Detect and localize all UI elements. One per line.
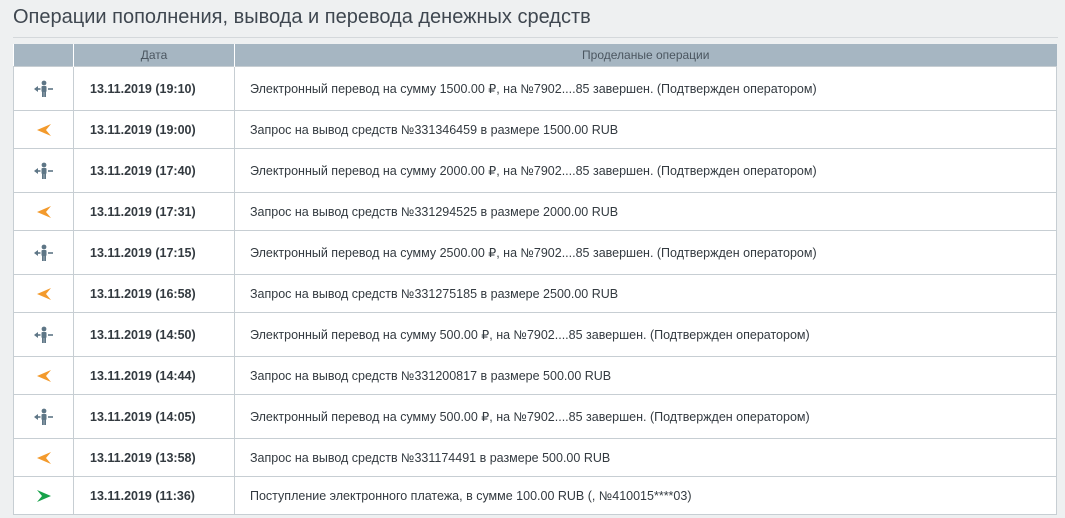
- deposit-arrow-icon: [36, 489, 51, 502]
- withdraw-arrow-icon: [36, 287, 51, 300]
- operation-description: Поступление электронного платежа, в сумм…: [234, 476, 1057, 515]
- operation-description: Электронный перевод на сумму 2000.00 ₽, …: [234, 148, 1057, 193]
- operation-date: 13.11.2019 (19:10): [73, 66, 235, 111]
- table-row: 13.11.2019 (17:40) Электронный перевод на…: [13, 148, 1057, 193]
- operation-description: Запрос на вывод средств №331275185 в раз…: [234, 274, 1057, 313]
- operation-type-cell: [13, 356, 74, 395]
- operation-date: 13.11.2019 (13:58): [73, 438, 235, 477]
- withdraw-arrow-icon: [36, 369, 51, 382]
- operation-date: 13.11.2019 (17:40): [73, 148, 235, 193]
- operation-date: 13.11.2019 (17:15): [73, 230, 235, 275]
- table-row: 13.11.2019 (17:31) Запрос на вывод средст…: [13, 192, 1057, 231]
- operation-type-cell: [13, 192, 74, 231]
- date-column-header: Дата: [73, 44, 235, 67]
- table-row: 13.11.2019 (17:15) Электронный перевод на…: [13, 230, 1057, 275]
- withdraw-arrow-icon: [36, 451, 51, 464]
- operation-description: Электронный перевод на сумму 500.00 ₽, н…: [234, 394, 1057, 439]
- operation-date: 13.11.2019 (19:00): [73, 110, 235, 149]
- operation-type-cell: [13, 476, 74, 515]
- operation-date: 13.11.2019 (16:58): [73, 274, 235, 313]
- table-row: 13.11.2019 (14:44) Запрос на вывод средст…: [13, 356, 1057, 395]
- operations-table: Дата Проделаные операции 13.11.2019 (19:…: [13, 44, 1057, 515]
- table-row: 13.11.2019 (16:58) Запрос на вывод средст…: [13, 274, 1057, 313]
- icon-column-header: [13, 44, 74, 67]
- transfer-person-icon: [33, 80, 53, 97]
- table-row: 13.11.2019 (13:58) Запрос на вывод средст…: [13, 438, 1057, 477]
- operation-type-cell: [13, 274, 74, 313]
- operation-description: Запрос на вывод средств №331174491 в раз…: [234, 438, 1057, 477]
- operation-description: Электронный перевод на сумму 2500.00 ₽, …: [234, 230, 1057, 275]
- operation-type-cell: [13, 66, 74, 111]
- table-body: 13.11.2019 (19:10) Электронный перевод на…: [13, 66, 1057, 515]
- transfer-person-icon: [33, 408, 53, 425]
- operations-page: Операции пополнения, вывода и перевода д…: [0, 0, 1065, 518]
- operation-description: Запрос на вывод средств №331200817 в раз…: [234, 356, 1057, 395]
- operation-type-cell: [13, 312, 74, 357]
- operation-date: 13.11.2019 (14:05): [73, 394, 235, 439]
- operation-description: Запрос на вывод средств №331346459 в раз…: [234, 110, 1057, 149]
- operation-date: 13.11.2019 (14:44): [73, 356, 235, 395]
- operation-description: Запрос на вывод средств №331294525 в раз…: [234, 192, 1057, 231]
- operation-type-cell: [13, 148, 74, 193]
- table-row: 13.11.2019 (14:05) Электронный перевод на…: [13, 394, 1057, 439]
- table-row: 13.11.2019 (19:10) Электронный перевод на…: [13, 66, 1057, 111]
- transfer-person-icon: [33, 326, 53, 343]
- withdraw-arrow-icon: [36, 123, 51, 136]
- table-row: 13.11.2019 (11:36) Поступление электронно…: [13, 476, 1057, 515]
- operation-type-cell: [13, 394, 74, 439]
- operation-type-cell: [13, 438, 74, 477]
- transfer-person-icon: [33, 244, 53, 261]
- table-row: 13.11.2019 (19:00) Запрос на вывод средст…: [13, 110, 1057, 149]
- operation-date: 13.11.2019 (17:31): [73, 192, 235, 231]
- page-title: Операции пополнения, вывода и перевода д…: [13, 6, 1058, 38]
- operations-column-header: Проделаные операции: [234, 44, 1057, 67]
- transfer-person-icon: [33, 162, 53, 179]
- operation-date: 13.11.2019 (11:36): [73, 476, 235, 515]
- operation-type-cell: [13, 230, 74, 275]
- operation-type-cell: [13, 110, 74, 149]
- withdraw-arrow-icon: [36, 205, 51, 218]
- operation-description: Электронный перевод на сумму 1500.00 ₽, …: [234, 66, 1057, 111]
- operation-description: Электронный перевод на сумму 500.00 ₽, н…: [234, 312, 1057, 357]
- table-row: 13.11.2019 (14:50) Электронный перевод на…: [13, 312, 1057, 357]
- operation-date: 13.11.2019 (14:50): [73, 312, 235, 357]
- table-header: Дата Проделаные операции: [13, 44, 1057, 67]
